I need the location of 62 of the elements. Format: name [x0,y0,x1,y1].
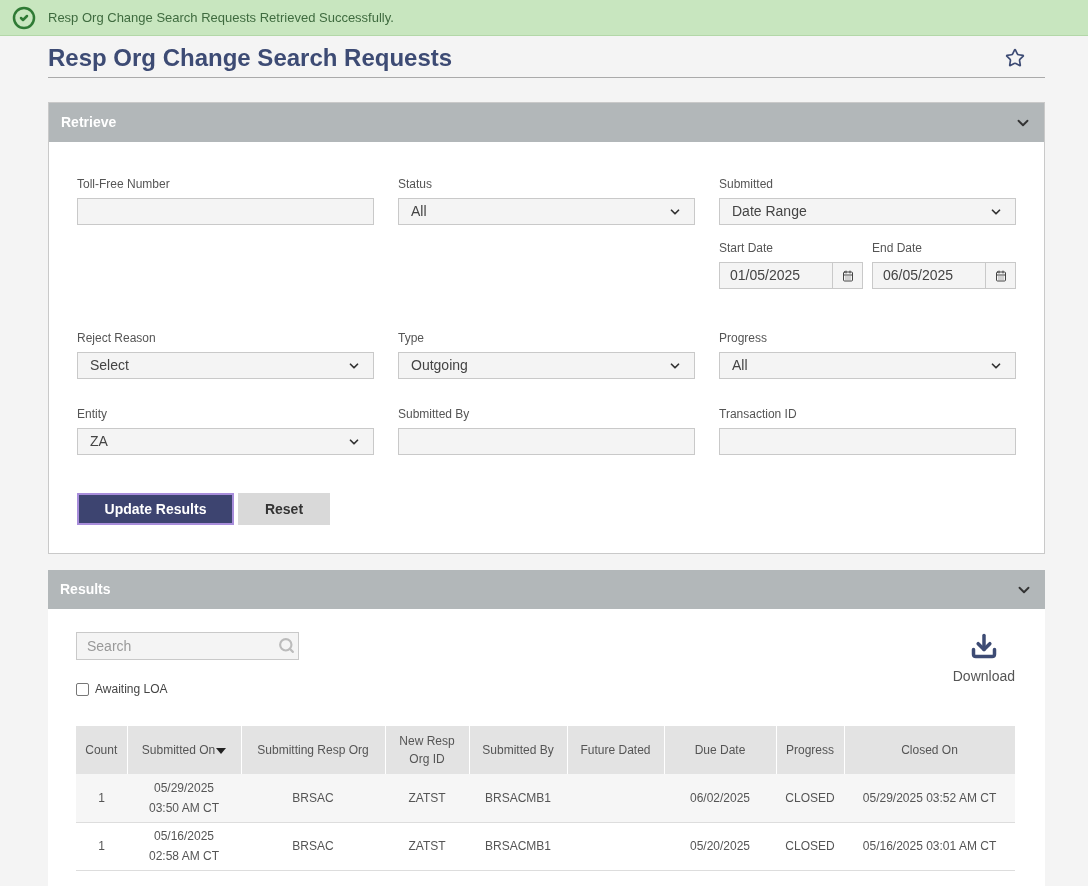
calendar-icon [994,269,1007,282]
select-field[interactable]: Date Range [719,198,1016,225]
date-field[interactable]: 01/05/2025 [719,262,863,289]
table-cell: BRSACMB1 [469,774,567,822]
column-header[interactable]: Closed On [844,726,1015,774]
field-label: End Date [872,240,924,257]
table-cell: CLOSED [776,774,844,822]
column-header[interactable]: New Resp Org ID [385,726,469,774]
field-label: Progress [719,330,769,347]
star-icon[interactable] [1005,47,1025,68]
table-cell: 1 [76,822,127,870]
select-field[interactable]: Outgoing [398,352,695,379]
field-label: Transaction ID [719,406,798,423]
table-cell: 05/16/2025 03:01 AM CT [844,822,1015,870]
column-header[interactable]: Submitting Resp Org [241,726,385,774]
select-field[interactable]: Select [77,352,374,379]
table-cell: 1 [76,774,127,822]
column-header[interactable]: Submitted On [127,726,241,774]
table-cell: BRSACMB1 [469,822,567,870]
field-label: Submitted [719,176,775,193]
check-circle-icon [12,5,36,30]
table-cell: ZATST [385,822,469,870]
search-icon [278,637,295,654]
checkbox[interactable] [76,682,89,696]
reset-button[interactable]: Reset [238,493,330,525]
date-field[interactable]: 06/05/2025 [872,262,1016,289]
table-cell: 06/02/2025 [664,774,776,822]
table-cell: BRSAC [241,774,385,822]
table-cell: 05/29/2025 03:52 AM CT [844,774,1015,822]
field-label: Status [398,176,434,193]
update-results-button[interactable]: Update Results [77,493,234,525]
checkbox-label: Awaiting LOA [95,681,168,698]
select-field[interactable]: All [719,352,1016,379]
table-cell: BRSAC [241,822,385,870]
input-field[interactable] [398,428,695,455]
download-button[interactable]: Download [952,632,1015,698]
table-cell: CLOSED [776,822,844,870]
table-cell: 05/16/2025 02:58 AM CT [127,822,241,870]
select-field[interactable]: ZA [77,428,374,455]
page-title: Resp Org Change Search Requests [48,42,453,73]
search-field[interactable]: Search [76,632,299,660]
field-label: Reject Reason [77,330,157,347]
download-icon [969,632,998,660]
field-label: Entity [77,406,108,423]
table-cell: 05/20/2025 [664,822,776,870]
input-field[interactable] [719,428,1016,455]
field-label: Type [398,330,425,347]
column-header[interactable]: Future Dated [567,726,664,774]
column-header[interactable]: Count [76,726,127,774]
column-header[interactable]: Progress [776,726,844,774]
sort-caret-icon [216,748,227,754]
table-cell: ZATST [385,774,469,822]
field-label: Start Date [719,240,775,257]
table-cell: 05/29/2025 03:50 AM CT [127,774,241,822]
field-label: Toll-Free Number [77,176,171,193]
column-header[interactable]: Submitted By [469,726,567,774]
select-field[interactable]: All [398,198,695,225]
banner-message: Resp Org Change Search Requests Retrieved Successfully. [48,8,394,27]
column-header[interactable]: Due Date [664,726,776,774]
field-label: Submitted By [398,406,471,423]
calendar-icon [841,269,854,282]
input-field[interactable] [77,198,374,225]
